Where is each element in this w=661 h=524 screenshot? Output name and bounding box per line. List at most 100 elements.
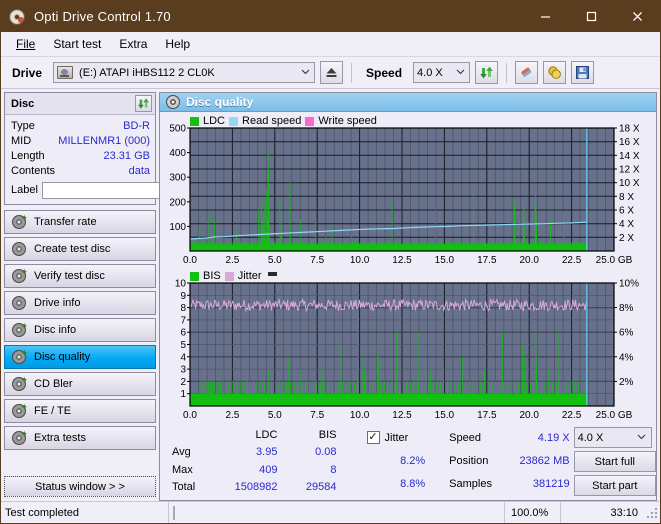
avg-bis-value: 0.08 (315, 446, 337, 459)
max-jitter-value: 8.8% (400, 478, 426, 491)
svg-text:4 X: 4 X (619, 219, 634, 230)
test-speed-value: 4.0 X (577, 431, 604, 444)
menu-item-start-test[interactable]: Start test (44, 34, 110, 54)
legend-label-read-speed: Read speed (242, 115, 302, 127)
sidebar-item-label: Verify test disc (34, 270, 105, 282)
svg-text:7.5: 7.5 (310, 410, 324, 421)
svg-text:8: 8 (180, 303, 186, 314)
sidebar-item-label: Create test disc (34, 243, 111, 255)
legend-marker-icon (267, 271, 277, 276)
disc-icon (166, 95, 180, 109)
test-speed-select[interactable]: 4.0 X (573, 427, 652, 448)
speed-label: Speed (366, 65, 403, 80)
status-message: Test completed (1, 502, 169, 523)
sidebar-item-fe-te[interactable]: ✦ FE / TE (4, 399, 156, 423)
table-row: Speed 4.19 X (445, 426, 573, 449)
svg-text:20.0: 20.0 (519, 255, 539, 266)
eject-button[interactable] (320, 61, 344, 84)
bis-chart: BIS Jitter 1 2 3 4 5 6 7 8 9 10 2% 4% 6% 8% 10% 0.0 2.5 5… (160, 269, 656, 424)
table-row: Samples 381219 (445, 473, 573, 496)
status-bar: Test completed 100.0% 33:10 (1, 501, 660, 523)
disc-panel-header: Disc (5, 93, 155, 115)
drive-select[interactable]: (E:) ATAPI iHBS112 2 CL0K (53, 62, 316, 83)
chevron-down-icon (453, 67, 467, 78)
svg-text:12 X: 12 X (619, 165, 640, 176)
app-disc-icon (8, 8, 26, 26)
table-row: Total 1508982 29584 (168, 479, 341, 497)
disc-icon: ✦ (12, 403, 28, 418)
disc-panel: Disc Type BD-R MID MILLENMR1 (000) Lengt… (4, 92, 248, 205)
check-icon: ✓ (368, 431, 378, 444)
drive-icon (57, 66, 74, 79)
minimize-button[interactable] (522, 1, 568, 32)
sidebar-item-transfer-rate[interactable]: ✦ Transfer rate (4, 210, 156, 234)
svg-text:200: 200 (169, 197, 186, 208)
resize-grip-icon[interactable] (646, 506, 658, 519)
window-title: Opti Drive Control 1.70 (34, 9, 171, 24)
svg-text:22.5: 22.5 (562, 410, 582, 421)
menu-item-extra[interactable]: Extra (110, 34, 156, 54)
save-button[interactable] (571, 61, 595, 84)
maximize-button[interactable] (568, 1, 614, 32)
sidebar-item-extra-tests[interactable]: ✦ Extra tests (4, 426, 156, 450)
disc-quality-title: Disc quality (186, 95, 254, 109)
svg-text:2.5: 2.5 (225, 410, 239, 421)
erase-button[interactable] (515, 61, 539, 84)
menu-item-help[interactable]: Help (156, 34, 199, 54)
svg-text:5: 5 (180, 340, 186, 351)
disc-row-key: MID (11, 134, 32, 147)
speed-select-value: 4.0 X (417, 66, 443, 79)
samples-stat-label: Samples (449, 478, 492, 491)
toolbar: Drive (E:) ATAPI iHBS112 2 CL0K Speed 4.… (1, 57, 660, 89)
svg-text:10.0: 10.0 (350, 255, 370, 266)
disc-row-key: Length (11, 149, 45, 162)
disc-row-value: 23.31 GB (103, 149, 150, 162)
disc-row-value: data (128, 164, 150, 177)
svg-text:15.0: 15.0 (435, 255, 455, 266)
sidebar-item-create-test-disc[interactable]: Create test disc (4, 237, 156, 261)
svg-text:5.0: 5.0 (268, 410, 282, 421)
svg-text:4: 4 (180, 352, 186, 363)
jitter-label: Jitter (384, 431, 409, 444)
svg-text:10%: 10% (619, 279, 639, 290)
svg-text:17.5: 17.5 (477, 410, 497, 421)
svg-text:2: 2 (180, 377, 186, 388)
sidebar-item-cd-bler[interactable]: ✦ CD Bler (4, 372, 156, 396)
disc-refresh-button[interactable] (135, 95, 152, 112)
svg-text:4%: 4% (619, 352, 634, 363)
refresh-button[interactable] (475, 61, 499, 84)
close-button[interactable] (614, 1, 660, 32)
start-full-button[interactable]: Start full (573, 451, 657, 472)
menu-item-file[interactable]: File (7, 34, 44, 54)
ldc-plot-svg: 100 200 300 400 500 2 X 4 X 6 X 8 X 10 X 12 X 14 X 1… (169, 124, 640, 267)
disc-row-contents: Contents data (11, 163, 150, 178)
disc-icon: ✦ (12, 430, 28, 445)
sidebar-item-drive-info[interactable]: Drive info (4, 291, 156, 315)
sidebar-item-disc-info[interactable]: ✦ Disc info (4, 318, 156, 342)
svg-text:2.5: 2.5 (225, 255, 239, 266)
progress-percent: 100.0% (504, 502, 560, 523)
legend-swatch-read-speed (229, 116, 239, 126)
position-stat-value: 23862 MB (519, 454, 570, 467)
start-part-button[interactable]: Start part (573, 475, 657, 496)
disc-panel-title: Disc (11, 97, 35, 110)
disc-row-value: MILLENMR1 (000) (58, 134, 150, 147)
elapsed-time: 33:10 (560, 502, 646, 523)
svg-text:400: 400 (169, 148, 186, 159)
coins-button[interactable] (543, 61, 567, 84)
jitter-checkbox[interactable]: ✓ (366, 431, 380, 445)
sidebar-item-verify-test-disc[interactable]: ✦ Verify test disc (4, 264, 156, 288)
status-window-button[interactable]: Status window > > (4, 476, 156, 497)
ldc-chart: LDC Read speed Write speed 100 200 300 400 5… (160, 114, 656, 269)
charts-area: LDC Read speed Write speed 100 200 300 400 5… (160, 112, 656, 423)
drive-select-value: (E:) ATAPI iHBS112 2 CL0K (79, 66, 215, 79)
drive-stats-table: Speed 4.19 X Position 23862 MB Samples 3… (445, 426, 573, 496)
sidebar-item-label: Transfer rate (34, 216, 97, 228)
jitter-header-row: ✓ Jitter (363, 426, 440, 449)
svg-text:20.0: 20.0 (519, 410, 539, 421)
max-ldc-value: 409 (259, 463, 278, 476)
sidebar-item-disc-quality[interactable]: ✦ Disc quality (4, 345, 156, 369)
main-area: Disc Type BD-R MID MILLENMR1 (000) Lengt… (1, 89, 660, 501)
speed-select[interactable]: 4.0 X (413, 62, 471, 83)
svg-text:100: 100 (169, 222, 186, 233)
